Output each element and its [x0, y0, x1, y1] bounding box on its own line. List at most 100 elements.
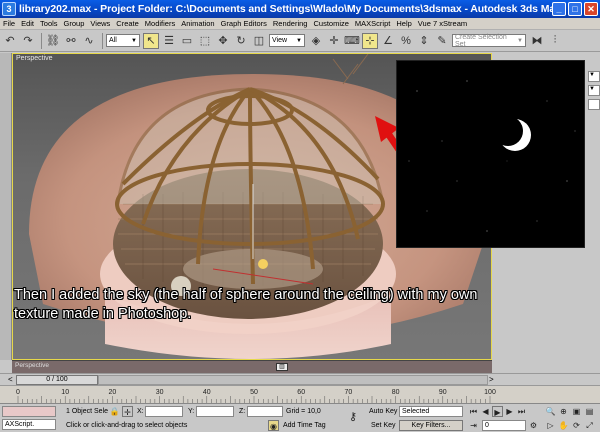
close-button[interactable]: ✕ — [584, 2, 598, 16]
snaps-toggle-icon[interactable]: ⊹ — [362, 32, 378, 49]
ruler-tick-label: 50 — [250, 389, 258, 396]
menu-item-edit[interactable]: Edit — [18, 19, 37, 28]
menu-item-customize[interactable]: Customize — [310, 19, 351, 28]
caption-text: Then I added the sky (the half of sphere… — [14, 287, 478, 322]
maxscript-listener-field[interactable]: AXScript. — [2, 419, 56, 430]
mirror-icon[interactable]: ⧓ — [529, 33, 545, 49]
go-to-start-icon[interactable]: ⏮ — [468, 406, 479, 417]
select-and-rotate-icon[interactable]: ↻ — [233, 33, 249, 49]
align-icon[interactable]: ⫶ — [547, 33, 563, 49]
command-panel-dropdown[interactable]: ▼ — [588, 85, 600, 96]
field-of-view-icon[interactable]: ▷ — [545, 420, 556, 431]
redo-icon[interactable]: ↷ — [20, 33, 36, 49]
bottom-viewport-strip[interactable]: Perspective ▥ — [12, 360, 492, 373]
pan-icon[interactable]: ✋ — [558, 420, 569, 431]
edit-named-selection-icon[interactable]: ✎ — [434, 33, 450, 49]
ruler-tick-label: 40 — [203, 389, 211, 396]
go-to-end-icon[interactable]: ⏭ — [516, 406, 527, 417]
menu-item-rendering[interactable]: Rendering — [270, 19, 311, 28]
toolbar-separator — [41, 32, 42, 49]
time-tag-icon[interactable]: ◉ — [268, 420, 279, 431]
spinner-snap-icon[interactable]: ⇕ — [416, 33, 432, 49]
reference-coordinate-dropdown[interactable]: View ▼ — [269, 34, 305, 47]
select-and-scale-icon[interactable]: ◫ — [251, 33, 267, 49]
zoom-all-icon[interactable]: ⊕ — [558, 406, 569, 417]
menu-item-help[interactable]: Help — [393, 19, 414, 28]
chevron-down-icon: ▼ — [131, 37, 137, 44]
maxscript-listener-top[interactable] — [2, 406, 56, 417]
key-filters-button[interactable]: Key Filters... — [399, 420, 463, 431]
time-slider-track[interactable] — [98, 375, 488, 385]
selection-set-dropdown[interactable]: Create Selection Set ▼ — [452, 34, 526, 48]
previous-frame-icon[interactable]: ◀ — [480, 406, 491, 417]
maxscript-label: AXScript. — [5, 421, 35, 428]
time-slider-next-button[interactable]: > — [489, 375, 497, 384]
absolute-mode-icon[interactable]: ✛ — [122, 406, 133, 417]
menu-item-create[interactable]: Create — [113, 19, 142, 28]
selection-filter-value: All — [109, 37, 117, 44]
angle-snap-icon[interactable]: ∠ — [380, 33, 396, 49]
x-label: X: — [137, 408, 144, 415]
bind-to-space-warp-icon[interactable]: ∿ — [81, 33, 97, 49]
sky-texture-preview — [396, 60, 585, 248]
rectangular-selection-icon[interactable]: ▭ — [179, 33, 195, 49]
key-mode-toggle-icon[interactable]: ⇥ — [468, 420, 479, 431]
toolbar-separator — [102, 32, 103, 49]
add-time-tag[interactable]: Add Time Tag — [283, 420, 326, 431]
maximize-button[interactable]: □ — [568, 2, 582, 16]
play-icon[interactable]: ▶ — [492, 406, 503, 417]
menu-item-tools[interactable]: Tools — [37, 19, 61, 28]
zoom-extents-all-icon[interactable]: ▤ — [584, 406, 595, 417]
track-bar[interactable]: 0 10 20 30 40 50 60 70 80 90 100 — [0, 385, 600, 403]
minimize-button[interactable]: _ — [552, 2, 566, 16]
menu-item-modifiers[interactable]: Modifiers — [142, 19, 178, 28]
command-panel-dropdown[interactable]: ▼ — [588, 71, 600, 82]
x-coordinate-field[interactable] — [145, 406, 183, 417]
y-label: Y: — [188, 408, 195, 415]
auto-key-button[interactable]: Auto Key — [369, 406, 397, 417]
selection-filter-dropdown[interactable]: All ▼ — [106, 34, 140, 47]
status-bar: AXScript. 1 Object Sele 🔒 ✛ X: Y: Z: Gri… — [0, 403, 600, 432]
next-frame-icon[interactable]: ▶ — [504, 406, 515, 417]
menu-item-vue-7-xstream[interactable]: Vue 7 xStream — [415, 19, 470, 28]
percent-snap-icon[interactable]: % — [398, 33, 414, 49]
zoom-extents-icon[interactable]: ▣ — [571, 406, 582, 417]
key-mode-dropdown[interactable]: Selected — [399, 406, 463, 417]
zoom-icon[interactable]: 🔍 — [545, 406, 556, 417]
time-slider-thumb[interactable]: 0 / 100 — [16, 375, 98, 385]
window-crossing-icon[interactable]: ⬚ — [197, 33, 213, 49]
main-toolbar: ↶ ↷ ⛓ ⚯ ∿ All ▼ ↖ ☰ ▭ ⬚ ✥ ↻ ◫ View ▼ ◈ ✛ ⌨… — [0, 30, 600, 52]
select-object-icon[interactable]: ↖ — [143, 32, 159, 49]
app-icon[interactable]: 3 — [2, 2, 16, 16]
command-panel-field[interactable] — [588, 99, 600, 110]
key-icon[interactable]: ⚷ — [345, 412, 361, 423]
key-mode-value: Selected — [402, 408, 430, 415]
menu-item-animation[interactable]: Animation — [178, 19, 217, 28]
menu-item-group[interactable]: Group — [61, 19, 88, 28]
orbit-icon[interactable]: ⟳ — [571, 420, 582, 431]
select-by-name-icon[interactable]: ☰ — [161, 33, 177, 49]
set-key-button[interactable]: Set Key — [371, 420, 396, 431]
menu-bar: File Edit Tools Group Views Create Modifiers An… — [0, 18, 600, 30]
menu-item-file[interactable]: File — [0, 19, 18, 28]
select-and-move-icon[interactable]: ✥ — [215, 33, 231, 49]
select-and-link-icon[interactable]: ⛓ — [45, 33, 61, 49]
viewport-label[interactable]: Perspective — [16, 55, 53, 62]
window-title: library202.max - Project Folder: C:\Docu… — [19, 3, 552, 15]
undo-icon[interactable]: ↶ — [2, 33, 18, 49]
chevron-down-icon: ▼ — [296, 37, 302, 44]
maximize-viewport-icon[interactable]: ⤢ — [584, 420, 595, 431]
time-configuration-icon[interactable]: ⚙ — [528, 420, 539, 431]
unlink-icon[interactable]: ⚯ — [63, 33, 79, 49]
lock-icon[interactable]: 🔒 — [109, 406, 120, 417]
current-frame-field[interactable]: 0 — [482, 420, 526, 431]
keyboard-shortcut-icon[interactable]: ⌨ — [344, 33, 360, 49]
menu-item-graph-editors[interactable]: Graph Editors — [218, 19, 270, 28]
z-coordinate-field[interactable] — [247, 406, 283, 417]
menu-item-maxscript[interactable]: MAXScript — [352, 19, 393, 28]
manipulate-icon[interactable]: ✛ — [326, 33, 342, 49]
time-slider-prev-button[interactable]: < — [8, 375, 16, 384]
y-coordinate-field[interactable] — [196, 406, 234, 417]
menu-item-views[interactable]: Views — [87, 19, 113, 28]
pivot-center-icon[interactable]: ◈ — [308, 33, 324, 49]
